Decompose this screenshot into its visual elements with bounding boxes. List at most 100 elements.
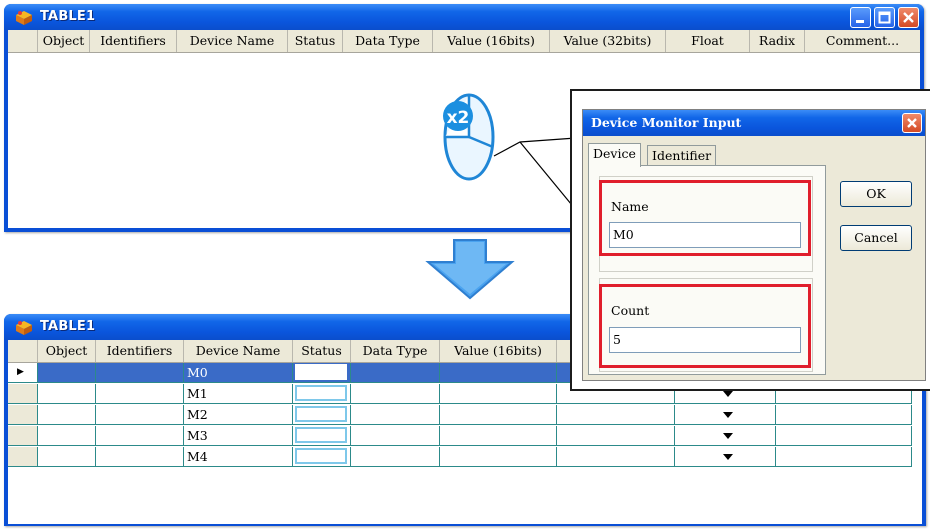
status-indicator xyxy=(295,406,347,422)
device-name-cell[interactable]: M3 xyxy=(184,426,293,446)
col-header-data-type[interactable]: Data Type xyxy=(351,340,440,362)
grid-cell[interactable] xyxy=(776,447,912,467)
radix-dropdown[interactable] xyxy=(675,426,776,446)
grid-cell[interactable] xyxy=(351,447,440,467)
col-header-identifiers[interactable]: Identifiers xyxy=(96,340,184,362)
status-indicator xyxy=(295,427,347,443)
table-row[interactable]: M4 xyxy=(8,447,912,467)
col-header-object[interactable]: Object xyxy=(38,30,90,52)
status-indicator xyxy=(295,448,347,464)
grid-cell[interactable] xyxy=(351,363,440,383)
grid-cell[interactable] xyxy=(38,426,96,446)
device-name-cell[interactable]: M0 xyxy=(184,363,293,383)
device-name-cell[interactable]: M2 xyxy=(184,405,293,425)
maximize-button[interactable] xyxy=(874,7,895,28)
grid-cell[interactable] xyxy=(557,426,675,446)
col-header-value-16[interactable]: Value (16bits) xyxy=(440,340,557,362)
status-cell[interactable] xyxy=(293,447,351,467)
tab-device[interactable]: Device xyxy=(588,143,641,167)
col-header-comment[interactable]: Comment... xyxy=(805,30,920,52)
grid-cell[interactable] xyxy=(351,426,440,446)
table-row[interactable]: M2 xyxy=(8,405,912,425)
close-icon xyxy=(907,118,917,128)
row-indicator[interactable] xyxy=(8,447,38,467)
grid-cell[interactable] xyxy=(351,405,440,425)
count-input[interactable]: 5 xyxy=(609,327,801,353)
bottom-window-title: TABLE1 xyxy=(40,319,96,334)
table-app-icon xyxy=(16,11,32,25)
grid-cell[interactable] xyxy=(38,384,96,404)
col-header-data-type[interactable]: Data Type xyxy=(343,30,433,52)
name-label: Name xyxy=(611,199,649,214)
chevron-down-icon xyxy=(723,433,733,439)
grid-cell[interactable] xyxy=(440,426,557,446)
status-indicator xyxy=(295,385,347,401)
col-header-float[interactable]: Float xyxy=(666,30,750,52)
status-cell[interactable] xyxy=(293,384,351,404)
device-name-cell[interactable]: M1 xyxy=(184,384,293,404)
col-header-device-name[interactable]: Device Name xyxy=(184,340,293,362)
grid-cell[interactable] xyxy=(38,363,96,383)
row-indicator[interactable] xyxy=(8,405,38,425)
radix-dropdown[interactable] xyxy=(675,447,776,467)
device-name-cell[interactable]: M4 xyxy=(184,447,293,467)
cancel-button[interactable]: Cancel xyxy=(840,225,912,251)
table-row[interactable]: M3 xyxy=(8,426,912,446)
grid-cell[interactable] xyxy=(96,426,184,446)
grid-cell[interactable] xyxy=(557,447,675,467)
status-indicator xyxy=(295,364,347,380)
col-header-value-32[interactable]: Value (32bits) xyxy=(550,30,666,52)
dialog-title: Device Monitor Input xyxy=(591,115,742,130)
row-indicator[interactable] xyxy=(8,426,38,446)
top-window-titlebar[interactable]: TABLE1 xyxy=(4,4,924,30)
chevron-down-icon xyxy=(723,454,733,460)
grid-cell[interactable] xyxy=(776,405,912,425)
close-icon xyxy=(903,12,914,23)
radix-dropdown[interactable] xyxy=(675,405,776,425)
status-cell[interactable] xyxy=(293,405,351,425)
grid-cell[interactable] xyxy=(38,405,96,425)
col-header-status[interactable]: Status xyxy=(288,30,343,52)
grid-cell[interactable] xyxy=(96,384,184,404)
col-header-device-name[interactable]: Device Name xyxy=(177,30,288,52)
grid-cell[interactable] xyxy=(38,447,96,467)
col-header-identifiers[interactable]: Identifiers xyxy=(90,30,177,52)
col-header-status[interactable]: Status xyxy=(293,340,351,362)
grid-cell[interactable] xyxy=(440,447,557,467)
row-indicator[interactable]: ▶ xyxy=(8,363,38,383)
dialog-close-button[interactable] xyxy=(902,113,922,133)
dialog-titlebar[interactable]: Device Monitor Input xyxy=(583,110,925,136)
row-indicator-header xyxy=(8,340,38,362)
grid-cell[interactable] xyxy=(776,426,912,446)
callout-pointer xyxy=(493,137,577,211)
status-cell[interactable] xyxy=(293,426,351,446)
row-indicator-header xyxy=(8,30,38,52)
ok-button[interactable]: OK xyxy=(840,181,912,207)
grid-cell[interactable] xyxy=(557,405,675,425)
close-button[interactable] xyxy=(898,7,919,28)
double-click-badge: x2 xyxy=(447,108,470,128)
count-highlight-box xyxy=(599,284,811,368)
grid-cell[interactable] xyxy=(440,363,557,383)
top-window-title: TABLE1 xyxy=(40,9,96,24)
tab-identifier[interactable]: Identifier xyxy=(647,145,717,165)
device-monitor-input-dialog: Device Monitor Input Device Identifier N… xyxy=(582,109,926,381)
grid-cell[interactable] xyxy=(440,405,557,425)
grid-cell[interactable] xyxy=(351,384,440,404)
top-column-header: Object Identifiers Device Name Status Da… xyxy=(8,30,920,53)
device-tab-panel: Name M0 Count 5 xyxy=(588,165,826,375)
grid-cell[interactable] xyxy=(96,447,184,467)
grid-cell[interactable] xyxy=(96,405,184,425)
col-header-object[interactable]: Object xyxy=(38,340,96,362)
down-arrow-icon xyxy=(425,239,515,300)
grid-cell[interactable] xyxy=(440,384,557,404)
grid-cell[interactable] xyxy=(96,363,184,383)
minimize-button[interactable] xyxy=(850,7,871,28)
col-header-radix[interactable]: Radix xyxy=(750,30,805,52)
col-header-value-16[interactable]: Value (16bits) xyxy=(433,30,550,52)
status-cell[interactable] xyxy=(293,363,351,383)
count-label: Count xyxy=(611,303,650,318)
minimize-icon xyxy=(856,20,864,23)
name-input[interactable]: M0 xyxy=(609,222,801,248)
row-indicator[interactable] xyxy=(8,384,38,404)
